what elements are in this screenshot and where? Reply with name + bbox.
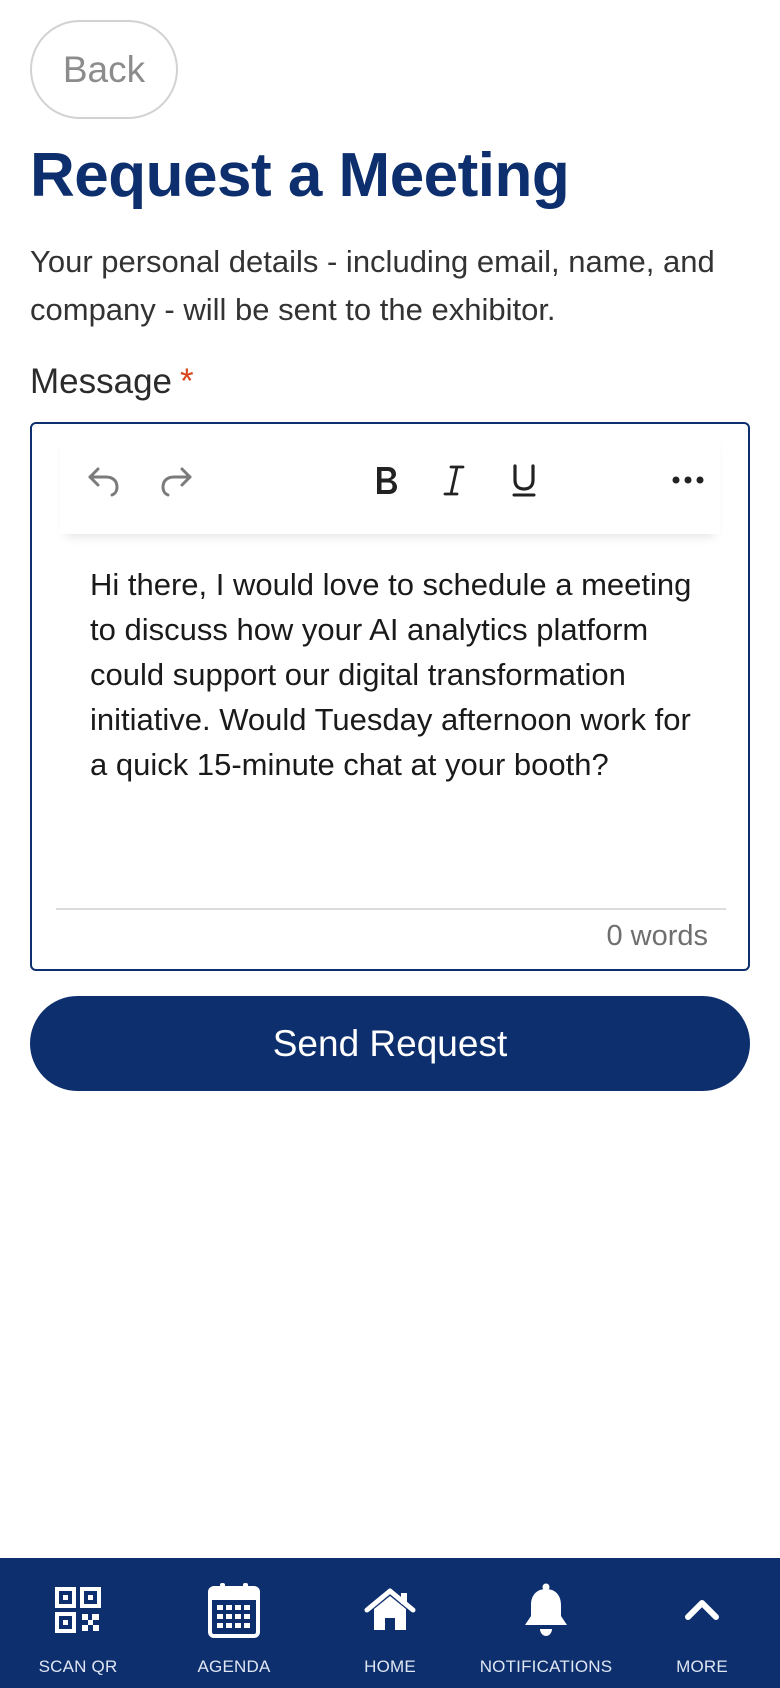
nav-label: NOTIFICATIONS <box>479 1657 613 1676</box>
required-indicator: * <box>180 362 194 401</box>
bold-button[interactable] <box>358 452 414 508</box>
nav-item-scan-qr[interactable]: SCAN QR <box>0 1558 156 1688</box>
calendar-icon <box>208 1583 260 1638</box>
word-count: 0 words <box>606 920 708 952</box>
editor-toolbar <box>60 430 720 534</box>
redo-button[interactable] <box>148 452 204 508</box>
nav-item-home[interactable]: HOME <box>312 1558 468 1688</box>
nav-label: AGENDA <box>197 1657 271 1676</box>
bell-icon <box>525 1583 567 1636</box>
message-text[interactable]: Hi there, I would love to schedule a mee… <box>90 562 700 787</box>
more-horizontal-icon <box>672 476 704 484</box>
nav-item-notifications[interactable]: NOTIFICATIONS <box>468 1558 624 1688</box>
nav-item-agenda[interactable]: AGENDA <box>156 1558 312 1688</box>
intro-text: Your personal details - including email,… <box>30 244 715 327</box>
bold-icon <box>377 467 397 494</box>
undo-button[interactable] <box>76 452 132 508</box>
nav-label: HOME <box>364 1657 416 1676</box>
italic-button[interactable] <box>426 452 482 508</box>
message-label-text: Message <box>30 362 173 401</box>
send-request-button[interactable]: Send Request <box>30 996 750 1091</box>
message-label: Message * <box>30 362 194 402</box>
home-icon <box>364 1588 416 1630</box>
message-editor[interactable]: Hi there, I would love to schedule a mee… <box>30 422 750 971</box>
editor-divider <box>56 908 726 910</box>
back-button[interactable]: Back <box>30 20 178 119</box>
more-options-button[interactable] <box>660 452 716 508</box>
redo-icon <box>161 467 192 497</box>
underline-icon <box>512 464 536 497</box>
italic-icon <box>443 465 465 496</box>
chevron-up-icon <box>685 1600 719 1620</box>
bottom-navigation: SCAN QR AGENDA HOME NOTIFICATIONS MORE <box>0 1558 780 1688</box>
undo-icon <box>88 467 119 497</box>
nav-label: MORE <box>676 1657 728 1676</box>
nav-label: SCAN QR <box>38 1657 118 1676</box>
page-title: Request a Meeting <box>30 141 570 210</box>
qr-code-icon <box>55 1587 101 1633</box>
request-meeting-screen: Back Request a Meeting Your personal det… <box>0 0 780 1688</box>
underline-button[interactable] <box>496 452 552 508</box>
nav-item-more[interactable]: MORE <box>624 1558 780 1688</box>
